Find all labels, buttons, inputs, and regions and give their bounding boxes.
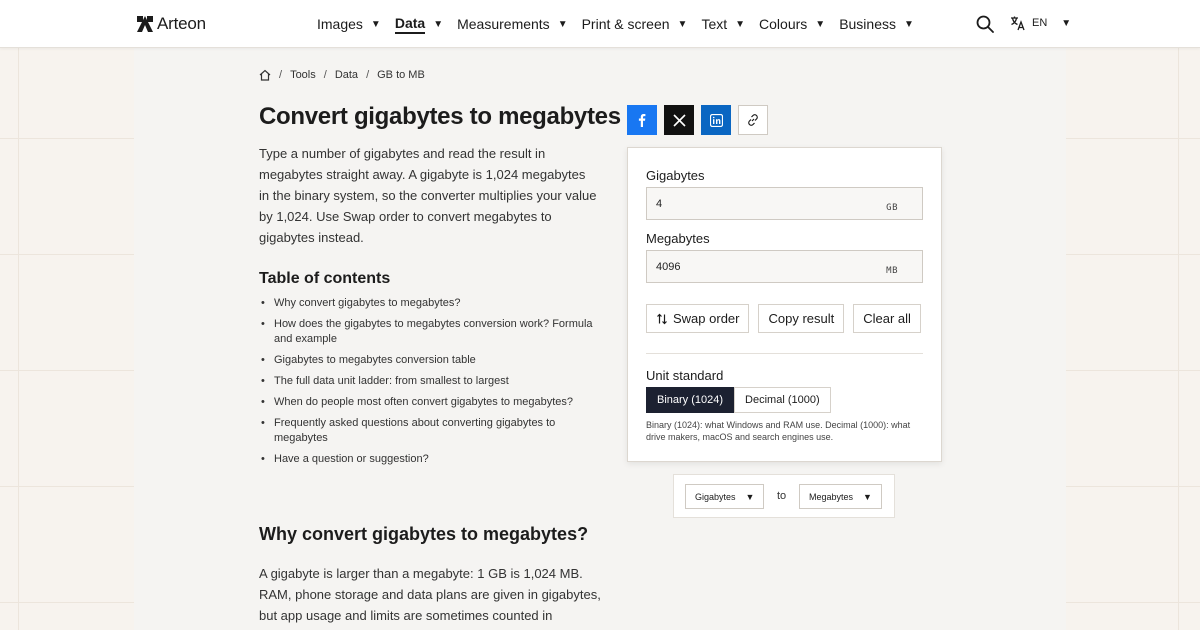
unit-standard-note: Binary (1024): what Windows and RAM use.… [646,420,911,442]
top-navigation: Arteon Images ▼ Data ▼ Measurements ▼ Pr… [0,0,1200,48]
divider [646,353,923,354]
gigabytes-label: Gigabytes [646,168,705,183]
swap-order-label: Swap order [673,311,740,326]
nav-business[interactable]: Business ▼ [839,0,914,48]
breadcrumb-current: GB to MB [377,69,425,81]
copy-result-button[interactable]: Copy result [758,304,845,333]
nav-text[interactable]: Text ▼ [701,0,745,48]
clear-all-label: Clear all [863,311,911,326]
unit-selector: Gigabytes ▼ to Megabytes ▼ [673,474,895,518]
swap-icon [657,313,667,324]
converter-card: Gigabytes 4 GB Megabytes 4096 MB Swap or… [627,147,942,462]
to-label: to [777,490,787,502]
brand-name: Arteon [157,14,206,33]
to-unit-select[interactable]: Megabytes ▼ [799,484,882,509]
nav-text-label: Text [701,16,728,32]
breadcrumb-separator: / [279,69,283,81]
nav-print-screen[interactable]: Print & screen ▼ [582,0,688,48]
nav-images-label: Images [317,16,363,32]
facebook-icon [638,114,646,127]
page-title: Convert gigabytes to megabytes [259,103,621,130]
caret-down-icon: ▼ [815,18,826,30]
toc-item[interactable]: Gigabytes to megabytes conversion table [261,353,604,368]
clear-all-button[interactable]: Clear all [853,304,921,333]
megabytes-value: 4096 [656,261,681,273]
caret-down-icon: ▼ [735,18,746,30]
megabytes-unit: MB [886,266,898,276]
home-icon[interactable] [259,69,271,81]
copy-result-label: Copy result [768,311,835,326]
link-icon [748,114,758,126]
intro-text: Type a number of gigabytes and read the … [259,146,597,245]
toc-item[interactable]: The full data unit ladder: from smallest… [261,374,604,389]
section-heading: Why convert gigabytes to megabytes? [259,524,589,544]
decimal-standard-button[interactable]: Decimal (1000) [734,387,831,413]
caret-down-icon: ▼ [904,18,914,30]
toc-item[interactable]: How does the gigabytes to megabytes conv… [261,317,604,347]
toc-title: Table of contents [259,270,391,287]
breadcrumb-separator: / [323,69,327,81]
share-linkedin-button[interactable] [701,105,731,135]
unit-standard-label: Unit standard [646,368,724,383]
caret-down-icon: ▼ [863,491,872,502]
nav-business-label: Business [839,16,896,32]
from-unit-value: Gigabytes [695,491,736,502]
toc-item[interactable]: Have a question or suggestion? [261,452,604,467]
to-unit-value: Megabytes [809,491,854,502]
share-buttons [627,105,768,135]
caret-down-icon: ▼ [557,18,568,30]
unit-standard-toggle: Binary (1024) Decimal (1000) [646,387,831,413]
caret-down-icon: ▼ [370,18,381,30]
binary-standard-button[interactable]: Binary (1024) [646,387,735,413]
megabytes-input[interactable]: 4096 MB [646,250,923,283]
section-text: A gigabyte is larger than a megabyte: 1 … [259,566,601,623]
copy-link-button[interactable] [738,105,768,135]
nav-data-label: Data [394,15,426,34]
toc-item[interactable]: Frequently asked questions about convert… [261,416,604,446]
converter-actions: Swap order Copy result Clear all [646,304,921,333]
share-x-button[interactable] [664,105,694,135]
nav-print-screen-label: Print & screen [581,16,670,32]
linkedin-icon [709,113,723,127]
toc-item[interactable]: When do people most often convert gigaby… [261,395,604,410]
arteon-logo-icon [137,16,153,32]
swap-order-button[interactable]: Swap order [646,304,750,333]
main-nav: Images ▼ Data ▼ Measurements ▼ Print & s… [317,0,928,48]
gigabytes-input[interactable]: 4 GB [646,187,923,220]
breadcrumb: / Tools / Data / GB to MB [259,69,425,81]
table-of-contents: Why convert gigabytes to megabytes? How … [261,296,604,473]
caret-down-icon: ▼ [433,18,444,30]
from-unit-select[interactable]: Gigabytes ▼ [685,484,765,509]
caret-down-icon: ▼ [677,18,688,30]
toc-item[interactable]: Why convert gigabytes to megabytes? [261,296,604,311]
caret-down-icon: ▼ [1061,17,1072,29]
nav-measurements[interactable]: Measurements ▼ [457,0,568,48]
share-facebook-button[interactable] [627,105,657,135]
gigabytes-value: 4 [656,198,663,210]
brand-logo[interactable]: Arteon [137,14,206,34]
x-icon [672,113,686,127]
breadcrumb-tools[interactable]: Tools [290,69,316,81]
megabytes-label: Megabytes [646,231,710,246]
nav-measurements-label: Measurements [457,16,550,32]
translate-icon [1011,16,1025,31]
nav-images[interactable]: Images ▼ [317,0,381,48]
nav-colours-label: Colours [759,16,808,32]
nav-colours[interactable]: Colours ▼ [759,0,825,48]
search-icon[interactable] [976,15,994,33]
gigabytes-unit: GB [886,203,898,213]
language-code: EN [1032,17,1048,29]
nav-data[interactable]: Data ▼ [394,0,444,48]
caret-down-icon: ▼ [745,491,755,502]
breadcrumb-data[interactable]: Data [335,69,358,81]
language-switcher[interactable]: EN ▼ [1010,15,1071,31]
breadcrumb-separator: / [366,69,370,81]
